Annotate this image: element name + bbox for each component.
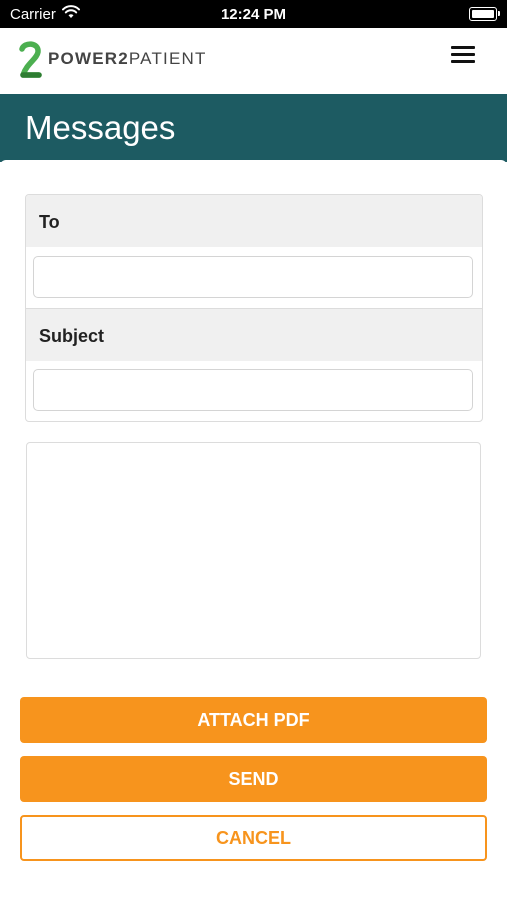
logo-text-regular: PATIENT [128, 49, 207, 68]
to-input[interactable] [33, 256, 473, 298]
to-label: To [39, 212, 60, 232]
logo-wordmark: POWER2PATIENT [48, 49, 207, 69]
status-bar: Carrier 12:24 PM [0, 0, 507, 28]
attach-pdf-button[interactable]: ATTACH PDF [20, 697, 487, 743]
send-button[interactable]: SEND [20, 756, 487, 802]
subject-input[interactable] [33, 369, 473, 411]
subject-label-row: Subject [26, 308, 482, 361]
battery-icon [469, 7, 500, 21]
recipient-fields-box: To Subject [25, 194, 483, 422]
logo-text-bold: POWER2 [48, 49, 129, 68]
subject-label: Subject [39, 326, 105, 346]
app-header: POWER2PATIENT [0, 28, 507, 94]
to-label-row: To [26, 195, 482, 247]
hamburger-menu-icon[interactable] [451, 46, 475, 66]
page-title: Messages [25, 109, 176, 146]
status-time: 12:24 PM [220, 6, 287, 23]
cancel-button[interactable]: CANCEL [20, 815, 487, 861]
message-body-textarea[interactable] [26, 442, 481, 659]
title-band: Messages [0, 94, 507, 162]
message-form-card: To Subject ATTACH PDF SEND CANCEL [0, 160, 507, 900]
power2patient-logo-icon [18, 41, 42, 84]
